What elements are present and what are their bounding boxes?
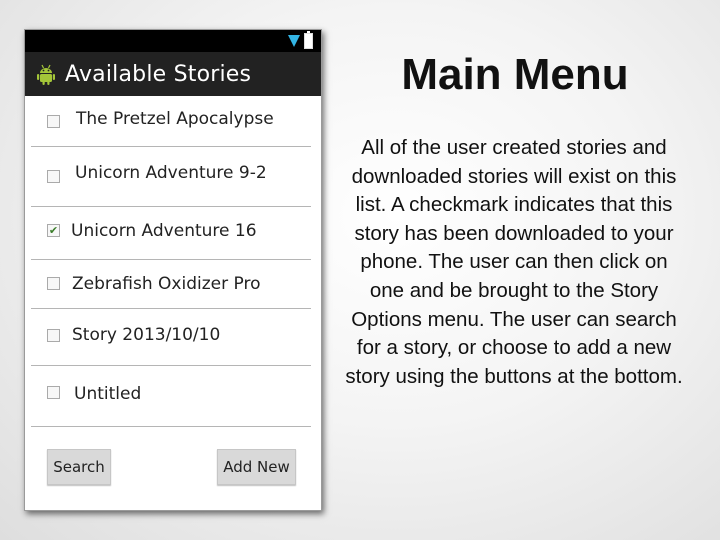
phone-screenshot: Available Stories The Pretzel Apocalypse… (24, 29, 322, 511)
story-checkbox[interactable] (47, 170, 60, 183)
story-row-4[interactable]: Zebrafish Oxidizer Pro (31, 260, 311, 309)
status-bar (25, 30, 321, 52)
story-checkbox[interactable] (47, 329, 60, 342)
slide-title: Main Menu (401, 50, 629, 99)
story-checkbox[interactable]: ✔ (47, 224, 60, 237)
wifi-icon (288, 35, 300, 47)
checkmark-icon: ✔ (48, 224, 59, 237)
story-row-5[interactable]: Story 2013/10/10 (31, 309, 311, 366)
story-checkbox[interactable] (47, 386, 60, 399)
slide-description: All of the user created stories and down… (345, 136, 683, 388)
story-label: Unicorn Adventure 9-2 (75, 163, 267, 183)
story-row-3[interactable]: ✔ Unicorn Adventure 16 (31, 207, 311, 260)
story-label: Story 2013/10/10 (72, 325, 221, 345)
add-new-button[interactable]: Add New (217, 449, 296, 485)
story-label: The Pretzel Apocalypse (76, 109, 274, 129)
story-checkbox[interactable] (47, 115, 60, 128)
android-icon (37, 64, 55, 85)
story-label: Untitled (74, 384, 142, 404)
story-label: Zebrafish Oxidizer Pro (72, 274, 261, 294)
story-row-2[interactable]: Unicorn Adventure 9-2 (31, 147, 311, 207)
story-label: Unicorn Adventure 16 (71, 221, 257, 241)
story-row-1[interactable]: The Pretzel Apocalypse (31, 96, 311, 147)
story-checkbox[interactable] (47, 277, 60, 290)
action-bar: Available Stories (25, 52, 321, 96)
app-title: Available Stories (65, 61, 252, 87)
story-list: The Pretzel Apocalypse Unicorn Adventure… (31, 96, 311, 427)
story-row-6[interactable]: Untitled (31, 366, 311, 427)
battery-icon (304, 31, 313, 49)
search-button[interactable]: Search (47, 449, 111, 485)
